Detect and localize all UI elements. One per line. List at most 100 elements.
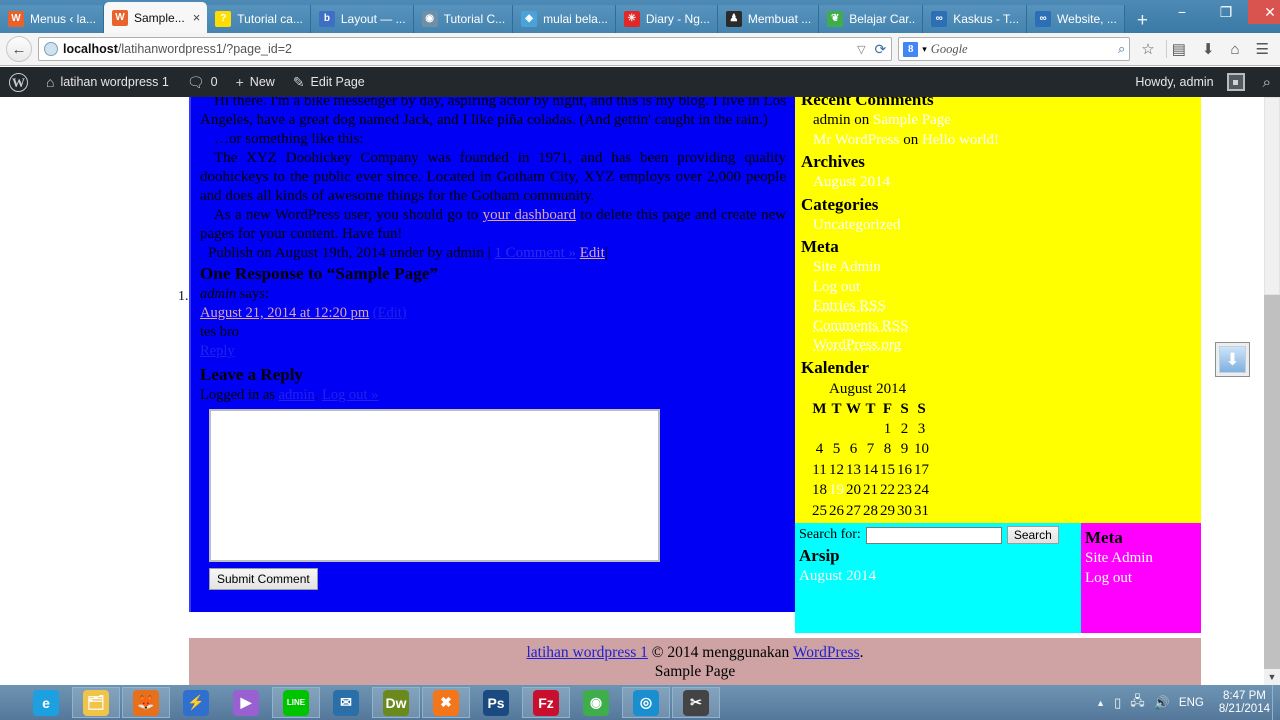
taskbar-item-idm-downloader[interactable]: ⚡ [172, 687, 220, 718]
reload-icon[interactable]: ⟳ [871, 41, 887, 58]
browser-tab[interactable]: W Sample... × [104, 2, 208, 33]
recent-comment-post-link[interactable]: Sample Page [873, 112, 951, 128]
reader-icon[interactable]: ▤ [1165, 40, 1191, 58]
search-input[interactable] [865, 526, 1002, 544]
meta-link-comments-rss[interactable]: Comments RSS [813, 318, 908, 334]
comment-edit-link[interactable]: (Edit) [373, 305, 407, 321]
submit-comment-button[interactable]: Submit Comment [209, 568, 318, 590]
browser-tab[interactable]: ∞ Website, ... [1027, 5, 1125, 33]
url-dropdown-icon[interactable]: ▽ [853, 43, 865, 56]
search-label: Search for: [799, 527, 861, 542]
search-engine-chevron-icon[interactable]: ▾ [922, 44, 927, 55]
search-bar[interactable]: 8 ▾ Google ⌕ [898, 37, 1131, 61]
browser-tab[interactable]: ? Tutorial ca... [207, 5, 311, 33]
search-submit-button[interactable]: Search [1006, 526, 1059, 544]
restore-button[interactable]: ❐ [1204, 0, 1248, 24]
meta-link-site-admin[interactable]: Site Admin [813, 259, 881, 275]
address-bar[interactable]: localhost/latihanwordpress1/?page_id=2 ▽… [38, 37, 893, 61]
log-out-link[interactable]: Log out » [322, 387, 378, 403]
footer-widget-meta: Meta Site Admin Log out [1081, 523, 1201, 633]
edit-post-link[interactable]: Edit [580, 245, 605, 261]
taskbar-item-thunderbird[interactable]: ✉ [322, 687, 370, 718]
meta-link-log-out[interactable]: Log out [813, 279, 860, 295]
taskbar-item-line-messenger[interactable]: LINE [272, 687, 320, 718]
footer-wordpress-link[interactable]: WordPress [793, 644, 860, 661]
calendar-day-cell: 30 [897, 502, 912, 519]
wp-edit-page[interactable]: ✎ Edit Page [284, 67, 374, 97]
clock[interactable]: 8:47 PM 8/21/2014 [1213, 690, 1270, 716]
back-button[interactable]: ← [6, 36, 32, 62]
category-link[interactable]: Uncategorized [813, 217, 900, 233]
taskbar-item-photoshop[interactable]: Ps [472, 687, 520, 718]
taskbar-item-snipping-tool[interactable]: ✂ [672, 687, 720, 718]
meta-link-wordpress-org[interactable]: WordPress.org [813, 337, 901, 353]
taskbar-item-dreamweaver[interactable]: Dw [372, 687, 420, 718]
calendar-week-row: 4 5 6 7 8 9 10 [811, 439, 930, 460]
browser-tab[interactable]: ❦ Belajar Car... [819, 5, 924, 33]
calendar-day-link[interactable]: 19 [829, 482, 844, 498]
language-indicator[interactable]: ENG [1179, 697, 1204, 709]
meta-link-entries-rss[interactable]: Entries RSS [813, 298, 886, 314]
taskbar-item-filezilla[interactable]: Fz [522, 687, 570, 718]
footer-meta-link-site-admin[interactable]: Site Admin [1085, 550, 1153, 566]
battery-icon[interactable]: ▯ [1114, 695, 1121, 711]
comment-textarea[interactable] [209, 409, 660, 562]
footer-site-link[interactable]: latihan wordpress 1 [527, 644, 648, 661]
browser-tab[interactable]: ∞ Kaskus - T... [923, 5, 1028, 33]
wp-site-name[interactable]: ⌂ latihan wordpress 1 [37, 67, 178, 97]
dreamweaver-icon: Dw [383, 689, 409, 716]
browser-tab[interactable]: ♟ Membuat ... [717, 5, 820, 33]
show-desktop-button[interactable] [1272, 685, 1280, 720]
home-icon[interactable]: ⌂ [1225, 41, 1244, 58]
wp-logo-menu[interactable]: W [0, 67, 37, 97]
scrollbar-thumb[interactable] [1264, 97, 1280, 295]
calendar-day-cell: 2 [900, 420, 909, 437]
footer-meta-link-log-out[interactable]: Log out [1085, 570, 1132, 586]
taskbar-item-chrome[interactable]: ◉ [572, 687, 620, 718]
calendar-weekday: T [865, 400, 876, 417]
logged-in-user-link[interactable]: admin [279, 387, 315, 403]
close-button[interactable]: ✕ [1247, 0, 1280, 24]
new-tab-button[interactable]: + [1125, 11, 1160, 33]
taskbar-item-deepfreeze[interactable]: ◎ [622, 687, 670, 718]
browser-tab[interactable]: W Menus ‹ la... [0, 5, 104, 33]
page-scrollbar[interactable]: ▼ [1264, 97, 1280, 685]
taskbar-item-file-explorer[interactable]: 🗂 [72, 687, 120, 718]
wp-comments[interactable]: 🗨 0 [178, 67, 227, 97]
wp-new-menu[interactable]: + New [227, 67, 284, 97]
taskbar-item-xampp[interactable]: ✖ [422, 687, 470, 718]
scrollbar-down-arrow-icon[interactable]: ▼ [1264, 669, 1280, 685]
volume-icon[interactable]: 🔊 [1154, 695, 1170, 711]
wp-search-button[interactable]: ⌕ [1254, 67, 1280, 97]
search-icon[interactable]: ⌕ [1118, 41, 1125, 57]
comment-count-link[interactable]: 1 Comment » [494, 245, 576, 261]
browser-tab[interactable]: b Layout — ... [310, 5, 414, 33]
minimize-button[interactable]: − [1160, 0, 1204, 24]
browser-tab[interactable]: ◉ Tutorial C... [413, 5, 514, 33]
taskbar-item-internet-explorer[interactable]: e [22, 687, 70, 718]
taskbar-item-media-player[interactable]: ▶ [222, 687, 270, 718]
close-tab-icon[interactable]: × [193, 11, 201, 24]
menu-icon[interactable]: ☰ [1251, 40, 1274, 58]
calendar-weekday: F [882, 400, 893, 417]
archive-link[interactable]: August 2014 [813, 174, 890, 190]
arsip-link[interactable]: August 2014 [799, 568, 876, 584]
browser-tab[interactable]: ◈ mulai bela... [513, 5, 616, 33]
browser-tab[interactable]: ✳ Diary - Ng... [615, 5, 718, 33]
dashboard-link[interactable]: your dashboard [483, 207, 576, 223]
network-icon[interactable]: 🖧 [1130, 692, 1145, 714]
tray-expand-icon[interactable]: ▲ [1096, 698, 1105, 708]
bookmark-star-icon[interactable]: ☆ [1136, 40, 1159, 58]
scroll-down-button[interactable]: ⬇ [1215, 342, 1250, 377]
list-item: Uncategorized [813, 216, 1195, 236]
wordpress-icon: W [8, 11, 24, 27]
downloads-icon[interactable]: ⬇ [1197, 40, 1220, 58]
taskbar-item-firefox[interactable]: 🦊 [122, 687, 170, 718]
recent-comment-post-link[interactable]: Hello world! [922, 132, 999, 148]
comment-date-link[interactable]: August 21, 2014 at 12:20 pm [200, 305, 369, 321]
sidebar: Recent Comments admin on Sample Page Mr … [795, 97, 1201, 531]
comment-reply-link[interactable]: Reply [200, 343, 235, 359]
wp-howdy-menu[interactable]: Howdy, admin [1126, 67, 1253, 97]
url-text: localhost/latihanwordpress1/?page_id=2 [63, 42, 848, 56]
recent-comment-author-link[interactable]: Mr WordPress [813, 132, 899, 148]
